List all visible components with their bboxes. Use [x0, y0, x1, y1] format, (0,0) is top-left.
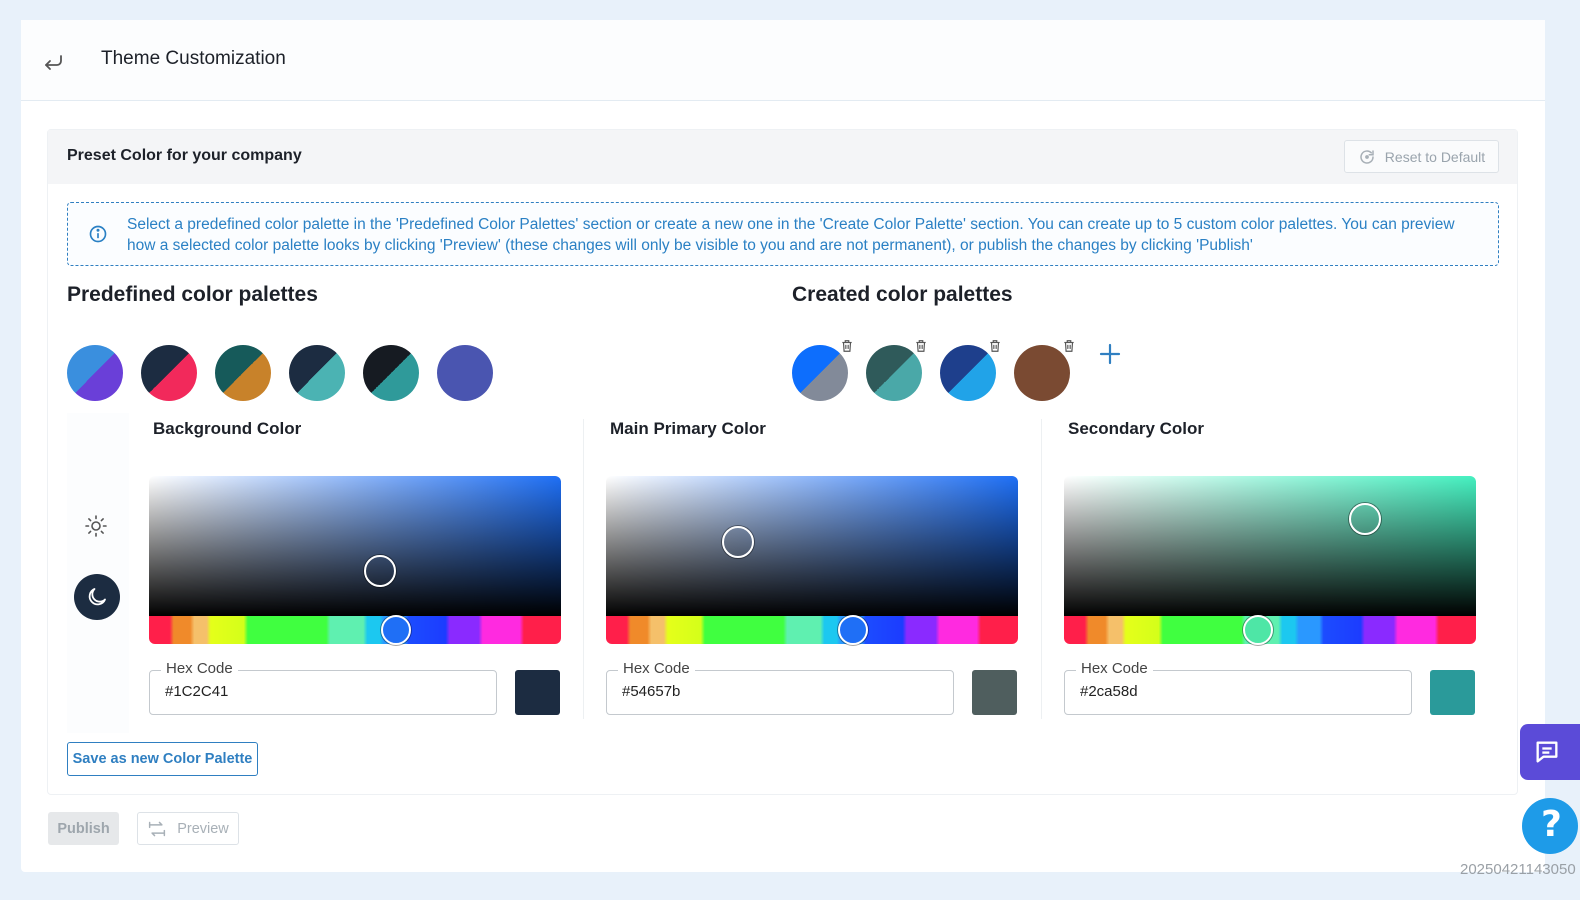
predefined-palette-swatch[interactable] — [363, 345, 419, 401]
created-palette-swatch[interactable] — [1014, 345, 1070, 401]
info-text: Select a predefined color palette in the… — [127, 216, 1455, 254]
hue-slider[interactable] — [149, 616, 561, 644]
preview-icon — [149, 821, 166, 836]
predefined-palette-swatch[interactable] — [67, 345, 123, 401]
add-palette-icon[interactable] — [1098, 342, 1122, 366]
predefined-palettes-title: Predefined color palettes — [67, 283, 318, 306]
save-new-palette-button[interactable]: Save as new Color Palette — [67, 742, 258, 776]
hue-handle[interactable] — [838, 615, 869, 645]
preview-button[interactable]: Preview — [137, 812, 239, 845]
hex-code-field[interactable]: Hex Code — [149, 660, 497, 715]
hex-code-label: Hex Code — [161, 660, 238, 677]
help-button[interactable]: ? — [1522, 798, 1578, 854]
saturation-handle[interactable] — [721, 525, 754, 558]
created-palette-swatch[interactable] — [866, 345, 922, 401]
color-picker: Main Primary Color Hex Code — [606, 406, 1018, 736]
color-label: Secondary Color — [1068, 419, 1205, 438]
delete-palette-icon[interactable] — [1062, 339, 1076, 353]
predefined-palette-swatch[interactable] — [289, 345, 345, 401]
saturation-handle[interactable] — [363, 555, 396, 588]
hex-code-field[interactable]: Hex Code — [606, 660, 954, 715]
saturation-area[interactable] — [606, 476, 1018, 616]
hex-code-input[interactable] — [165, 683, 465, 700]
column-divider — [583, 419, 584, 719]
delete-palette-icon[interactable] — [840, 339, 854, 353]
info-box: Select a predefined color palette in the… — [67, 202, 1499, 266]
back-arrow-icon[interactable] — [41, 50, 65, 74]
timestamp: 20250421143050 — [1460, 861, 1576, 878]
delete-palette-icon[interactable] — [914, 339, 928, 353]
dark-mode-button[interactable] — [74, 574, 120, 620]
page-title: Theme Customization — [101, 48, 286, 69]
predefined-palette-swatch[interactable] — [215, 345, 271, 401]
predefined-palette-swatch[interactable] — [437, 345, 493, 401]
hex-code-label: Hex Code — [618, 660, 695, 677]
help-icon: ? — [1541, 804, 1562, 845]
reset-icon — [1360, 149, 1374, 164]
color-preview-swatch — [1430, 670, 1475, 715]
preview-label: Preview — [177, 820, 229, 837]
chat-button[interactable] — [1520, 724, 1580, 780]
hue-handle[interactable] — [381, 615, 412, 645]
color-label: Background Color — [153, 419, 302, 438]
publish-button[interactable]: Publish — [48, 812, 119, 845]
color-preview-swatch — [515, 670, 560, 715]
color-picker: Secondary Color Hex Code — [1064, 406, 1476, 736]
created-palette-swatch[interactable] — [792, 345, 848, 401]
created-palette-swatch[interactable] — [940, 345, 996, 401]
hex-code-input[interactable] — [622, 683, 922, 700]
theme-mode-toggle — [67, 413, 129, 733]
predefined-palette-swatch[interactable] — [141, 345, 197, 401]
saturation-area[interactable] — [1064, 476, 1476, 616]
saturation-area[interactable] — [149, 476, 561, 616]
color-picker: Background Color Hex Code — [149, 406, 561, 736]
created-palettes-title: Created color palettes — [792, 283, 1013, 306]
moon-icon — [88, 588, 106, 606]
color-preview-swatch — [972, 670, 1017, 715]
color-label: Main Primary Color — [610, 419, 766, 438]
info-icon — [89, 225, 107, 243]
hex-code-label: Hex Code — [1076, 660, 1153, 677]
section-header: Preset Color for your company Reset to D… — [48, 130, 1517, 184]
hex-code-field[interactable]: Hex Code — [1064, 660, 1412, 715]
reset-to-default-button[interactable]: Reset to Default — [1344, 140, 1499, 173]
column-divider — [1041, 419, 1042, 719]
hue-slider[interactable] — [606, 616, 1018, 644]
hex-code-input[interactable] — [1080, 683, 1380, 700]
preset-color-section: Preset Color for your company Reset to D… — [47, 129, 1518, 795]
reset-label: Reset to Default — [1384, 148, 1486, 165]
hue-handle[interactable] — [1242, 615, 1273, 645]
page-card: Theme Customization Preset Color for you… — [21, 20, 1545, 872]
saturation-handle[interactable] — [1348, 503, 1381, 536]
section-title: Preset Color for your company — [67, 147, 302, 164]
delete-palette-icon[interactable] — [988, 339, 1002, 353]
page-header: Theme Customization — [21, 20, 1545, 101]
light-mode-icon[interactable] — [84, 514, 108, 538]
chat-icon — [1536, 741, 1558, 763]
